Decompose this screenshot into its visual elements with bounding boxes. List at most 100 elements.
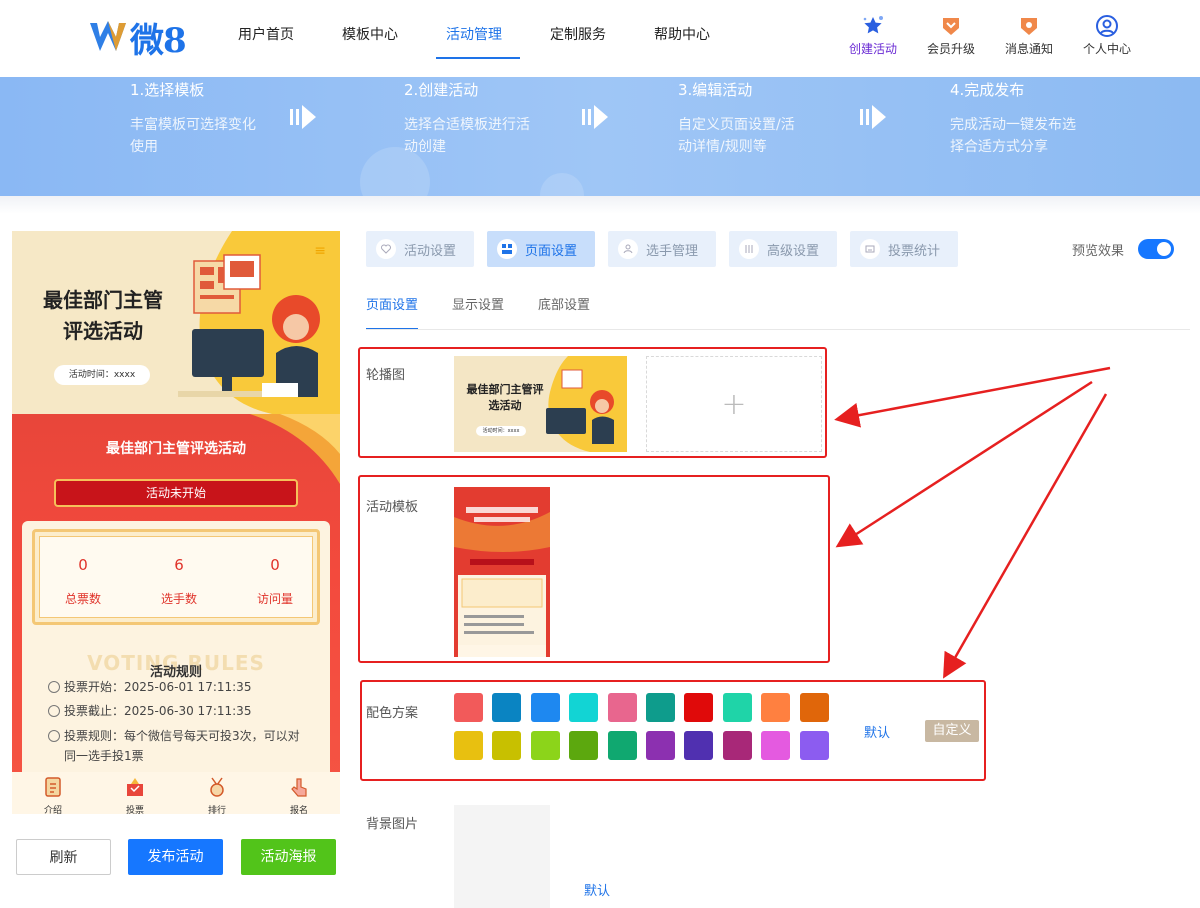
- color-swatch[interactable]: [607, 693, 637, 722]
- publish-activity-button[interactable]: 发布活动: [128, 839, 223, 875]
- clock-icon: [48, 705, 60, 717]
- medal-icon: [210, 777, 224, 797]
- ballot-icon: [127, 778, 143, 796]
- step-4: 4.完成发布 完成活动一键发布选择合适方式分享: [950, 77, 1080, 158]
- subtab-page-settings[interactable]: 页面设置: [366, 294, 419, 330]
- nav-home[interactable]: 用户首页: [238, 0, 294, 77]
- background-image-slot[interactable]: [454, 805, 550, 908]
- annotation-arrows: [834, 366, 1111, 679]
- preview-tab-label: 排行: [207, 806, 226, 814]
- tab-advanced-settings[interactable]: 高级设置: [729, 231, 837, 267]
- background-image-label: 背景图片: [366, 817, 419, 832]
- step-desc: 丰富模板可选择变化使用: [130, 117, 256, 155]
- subtab-footer-settings[interactable]: 底部设置: [538, 294, 590, 330]
- tab-label: 活动设置: [404, 243, 457, 259]
- stat-label: 访问量: [256, 592, 293, 606]
- color-swatch[interactable]: [569, 731, 599, 760]
- stat-label: 总票数: [64, 592, 101, 606]
- color-scheme-label: 配色方案: [366, 706, 419, 721]
- step-arrow-icon: [582, 105, 608, 129]
- user-center-button[interactable]: 个人中心: [1074, 14, 1140, 57]
- step-title: 3.编辑活动: [678, 81, 753, 99]
- preview-info-card: 0 总票数 6 选手数 0 访问量 VOTING RULES 活动规则: [22, 521, 330, 814]
- tab-page-settings[interactable]: 页面设置: [487, 231, 595, 267]
- color-swatch[interactable]: [530, 693, 560, 722]
- color-swatch[interactable]: [722, 693, 752, 722]
- step-1: 1.选择模板 丰富模板可选择变化使用: [130, 77, 260, 158]
- preview-tab-signup[interactable]: 报名: [258, 772, 340, 814]
- tab-vote-stats[interactable]: 投票统计: [850, 231, 958, 267]
- notifications-button[interactable]: 消息通知: [996, 14, 1062, 57]
- refresh-button[interactable]: 刷新: [16, 839, 111, 875]
- steps-banner: 1.选择模板 丰富模板可选择变化使用 2.创建活动 选择合适模板进行活动创建 3…: [0, 77, 1200, 196]
- user-center-label: 个人中心: [1082, 42, 1131, 56]
- color-swatch[interactable]: [761, 693, 791, 722]
- preview-tab-rank[interactable]: 排行: [176, 772, 258, 814]
- menu-icon[interactable]: ≡: [314, 243, 326, 259]
- step-arrow-icon: [290, 105, 316, 129]
- header-actions: 创建活动 会员升级 消息通知 个人中心: [828, 14, 1140, 57]
- preview-hero: 最佳部门主管评选活动 活动时间：xxxx ≡: [12, 231, 340, 414]
- color-swatch[interactable]: [607, 731, 637, 760]
- tab-label: 页面设置: [525, 243, 578, 259]
- subtab-divider: [366, 329, 1190, 330]
- color-swatch[interactable]: [684, 693, 714, 722]
- color-swatch[interactable]: [646, 693, 675, 722]
- bell-badge-icon: [1021, 18, 1037, 35]
- color-swatch[interactable]: [569, 693, 599, 722]
- rule-start: 投票开始：2025-06-01 17:11:35: [48, 677, 251, 697]
- color-swatch[interactable]: [492, 693, 522, 722]
- create-activity-label: 创建活动: [848, 42, 897, 56]
- color-swatch[interactable]: [761, 731, 791, 760]
- tab-contestant-manage[interactable]: 选手管理: [608, 231, 716, 267]
- nav-help[interactable]: 帮助中心: [654, 0, 710, 77]
- stat-total-votes: 0 总票数: [35, 556, 131, 607]
- rule-text: 投票规则：每个微信号每天可投3次，可以对同一选手投1票: [64, 729, 300, 763]
- nav-templates[interactable]: 模板中心: [342, 0, 398, 77]
- preview-tab-vote[interactable]: 投票: [94, 772, 176, 814]
- vip-upgrade-button[interactable]: 会员升级: [918, 14, 984, 57]
- color-swatch[interactable]: [646, 731, 675, 760]
- info-icon: [48, 730, 60, 742]
- logo[interactable]: 微8: [88, 14, 187, 61]
- step-arrow-icon: [860, 105, 886, 129]
- default-background-link[interactable]: 默认: [584, 880, 610, 899]
- top-header: 微8 用户首页 模板中心 活动管理 定制服务 帮助中心 创建活动 会员升级 消息…: [0, 0, 1200, 77]
- step-title: 4.完成发布: [950, 81, 1025, 99]
- activity-poster-button[interactable]: 活动海报: [241, 839, 336, 875]
- chart-icon: [860, 239, 880, 259]
- user-icon: [1096, 15, 1118, 37]
- color-swatch[interactable]: [454, 731, 483, 760]
- tab-activity-settings[interactable]: 活动设置: [366, 231, 474, 267]
- custom-color-button[interactable]: 自定义: [925, 720, 979, 742]
- color-swatch[interactable]: [492, 731, 522, 760]
- color-swatch[interactable]: [454, 693, 483, 722]
- stat-value: 0: [78, 556, 88, 574]
- color-swatch[interactable]: [530, 731, 560, 760]
- add-carousel-button[interactable]: +: [646, 356, 822, 452]
- clock-icon: [48, 681, 60, 693]
- subtab-display-settings[interactable]: 显示设置: [452, 294, 504, 330]
- preview-tab-label: 投票: [125, 806, 144, 814]
- template-thumbnail[interactable]: [454, 487, 550, 657]
- carousel-image[interactable]: 最佳部门主管评选活动 活动时间：xxxx: [454, 356, 627, 452]
- create-activity-button[interactable]: 创建活动: [840, 14, 906, 57]
- nav-custom-service[interactable]: 定制服务: [550, 0, 606, 77]
- stats-panel: 0 总票数 6 选手数 0 访问量: [32, 529, 320, 625]
- default-color-link[interactable]: 默认: [864, 722, 890, 741]
- preview-tab-intro[interactable]: 介绍: [12, 772, 94, 814]
- preview-title: 最佳部门主管评选活动: [43, 288, 163, 343]
- vip-badge-icon: [943, 18, 959, 35]
- color-swatch[interactable]: [722, 731, 752, 760]
- preview-time: 活动时间：xxxx: [54, 365, 150, 385]
- stat-label: 选手数: [160, 592, 197, 606]
- template-thumbnail-art: [454, 487, 550, 657]
- color-swatch[interactable]: [684, 731, 714, 760]
- nav-activity-manage[interactable]: 活动管理: [436, 0, 520, 77]
- color-swatch[interactable]: [799, 731, 829, 760]
- stat-visits: 0 访问量: [227, 556, 323, 607]
- stat-value: 6: [174, 556, 184, 574]
- color-swatch[interactable]: [799, 693, 829, 722]
- preview-toggle[interactable]: [1138, 239, 1174, 259]
- sliders-icon: [739, 239, 759, 259]
